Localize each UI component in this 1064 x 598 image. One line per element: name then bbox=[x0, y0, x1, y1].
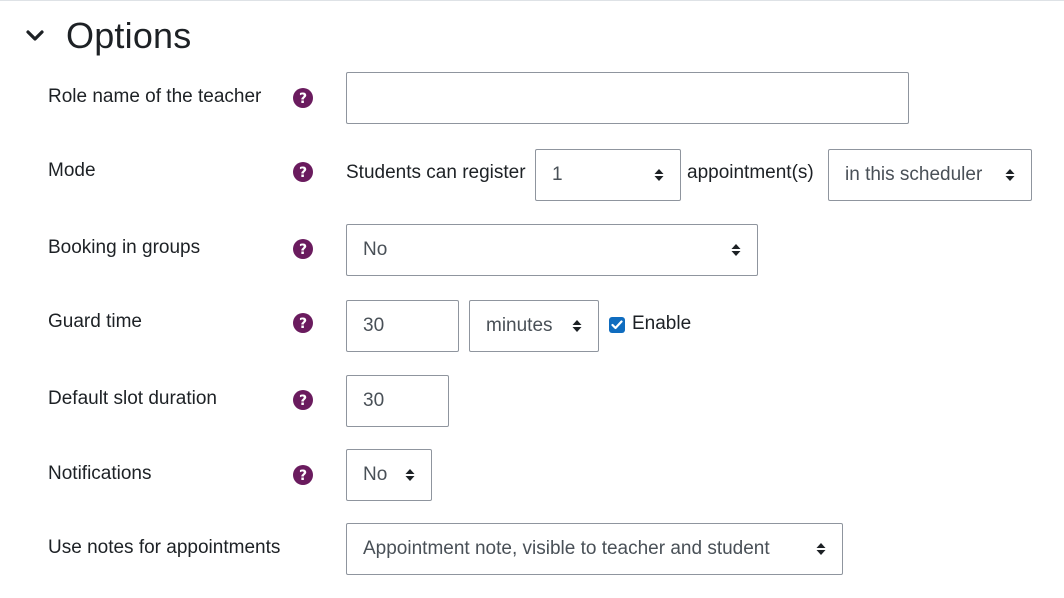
svg-text:?: ? bbox=[299, 468, 307, 484]
svg-text:?: ? bbox=[299, 316, 307, 332]
help-icon[interactable]: ? bbox=[293, 162, 313, 182]
svg-text:?: ? bbox=[299, 91, 307, 107]
appointment-scope-select[interactable]: in this scheduler bbox=[828, 149, 1032, 201]
select-caret-icon bbox=[572, 320, 582, 332]
booking-groups-label: Booking in groups bbox=[48, 237, 201, 258]
mode-row: Mode ? Students can register 1 appointme… bbox=[0, 148, 1064, 201]
help-icon[interactable]: ? bbox=[293, 239, 313, 259]
guard-time-value: 30 bbox=[363, 315, 385, 336]
guard-time-row: Guard time ? 30 minutes Enable bbox=[0, 300, 1064, 352]
booking-groups-select[interactable]: No bbox=[346, 224, 758, 276]
guard-time-label: Guard time bbox=[48, 311, 142, 332]
help-icon[interactable]: ? bbox=[293, 313, 313, 333]
teacher-role-label: Role name of the teacher bbox=[48, 86, 262, 107]
booking-groups-row: Booking in groups ? No bbox=[0, 224, 1064, 276]
mode-prefix-text: Students can register bbox=[346, 162, 526, 183]
options-section-toggle[interactable]: Options bbox=[24, 14, 191, 58]
guard-time-enable-checkbox[interactable] bbox=[609, 317, 625, 333]
notes-row: Use notes for appointments Appointment n… bbox=[0, 523, 1064, 575]
help-icon[interactable]: ? bbox=[293, 465, 313, 485]
slot-duration-value: 30 bbox=[363, 390, 385, 411]
teacher-role-input[interactable] bbox=[346, 72, 909, 124]
select-caret-icon bbox=[405, 469, 415, 481]
svg-text:?: ? bbox=[299, 165, 307, 181]
appointment-count-value: 1 bbox=[552, 164, 563, 185]
options-form: Options Role name of the teacher ? Mode … bbox=[0, 0, 1064, 598]
slot-duration-row: Default slot duration ? 30 bbox=[0, 375, 1064, 427]
slot-duration-label: Default slot duration bbox=[48, 388, 217, 409]
help-icon[interactable]: ? bbox=[293, 88, 313, 108]
svg-text:?: ? bbox=[299, 242, 307, 258]
mode-middle-text: appointment(s) bbox=[687, 162, 814, 183]
notifications-label: Notifications bbox=[48, 463, 152, 484]
guard-time-unit-select[interactable]: minutes bbox=[469, 300, 599, 352]
notes-value: Appointment note, visible to teacher and… bbox=[363, 538, 770, 559]
help-icon[interactable]: ? bbox=[293, 390, 313, 410]
notifications-select[interactable]: No bbox=[346, 449, 432, 501]
select-caret-icon bbox=[731, 244, 741, 256]
teacher-role-row: Role name of the teacher ? bbox=[0, 72, 1064, 124]
guard-time-input[interactable]: 30 bbox=[346, 300, 459, 352]
booking-groups-value: No bbox=[363, 239, 388, 260]
guard-time-enable-label[interactable]: Enable bbox=[632, 313, 691, 335]
appointment-scope-value: in this scheduler bbox=[845, 164, 983, 185]
notes-label: Use notes for appointments bbox=[48, 537, 281, 558]
chevron-down-icon bbox=[24, 25, 46, 47]
select-caret-icon bbox=[1005, 169, 1015, 181]
notifications-row: Notifications ? No bbox=[0, 449, 1064, 501]
section-title: Options bbox=[66, 15, 192, 56]
svg-text:?: ? bbox=[299, 393, 307, 409]
mode-label: Mode bbox=[48, 160, 96, 181]
select-caret-icon bbox=[654, 169, 664, 181]
appointment-count-select[interactable]: 1 bbox=[535, 149, 681, 201]
top-divider bbox=[0, 0, 1064, 1]
notes-select[interactable]: Appointment note, visible to teacher and… bbox=[346, 523, 843, 575]
guard-time-unit-value: minutes bbox=[486, 315, 553, 336]
checkmark-icon bbox=[611, 320, 623, 330]
slot-duration-input[interactable]: 30 bbox=[346, 375, 449, 427]
notifications-value: No bbox=[363, 464, 388, 485]
select-caret-icon bbox=[816, 543, 826, 555]
